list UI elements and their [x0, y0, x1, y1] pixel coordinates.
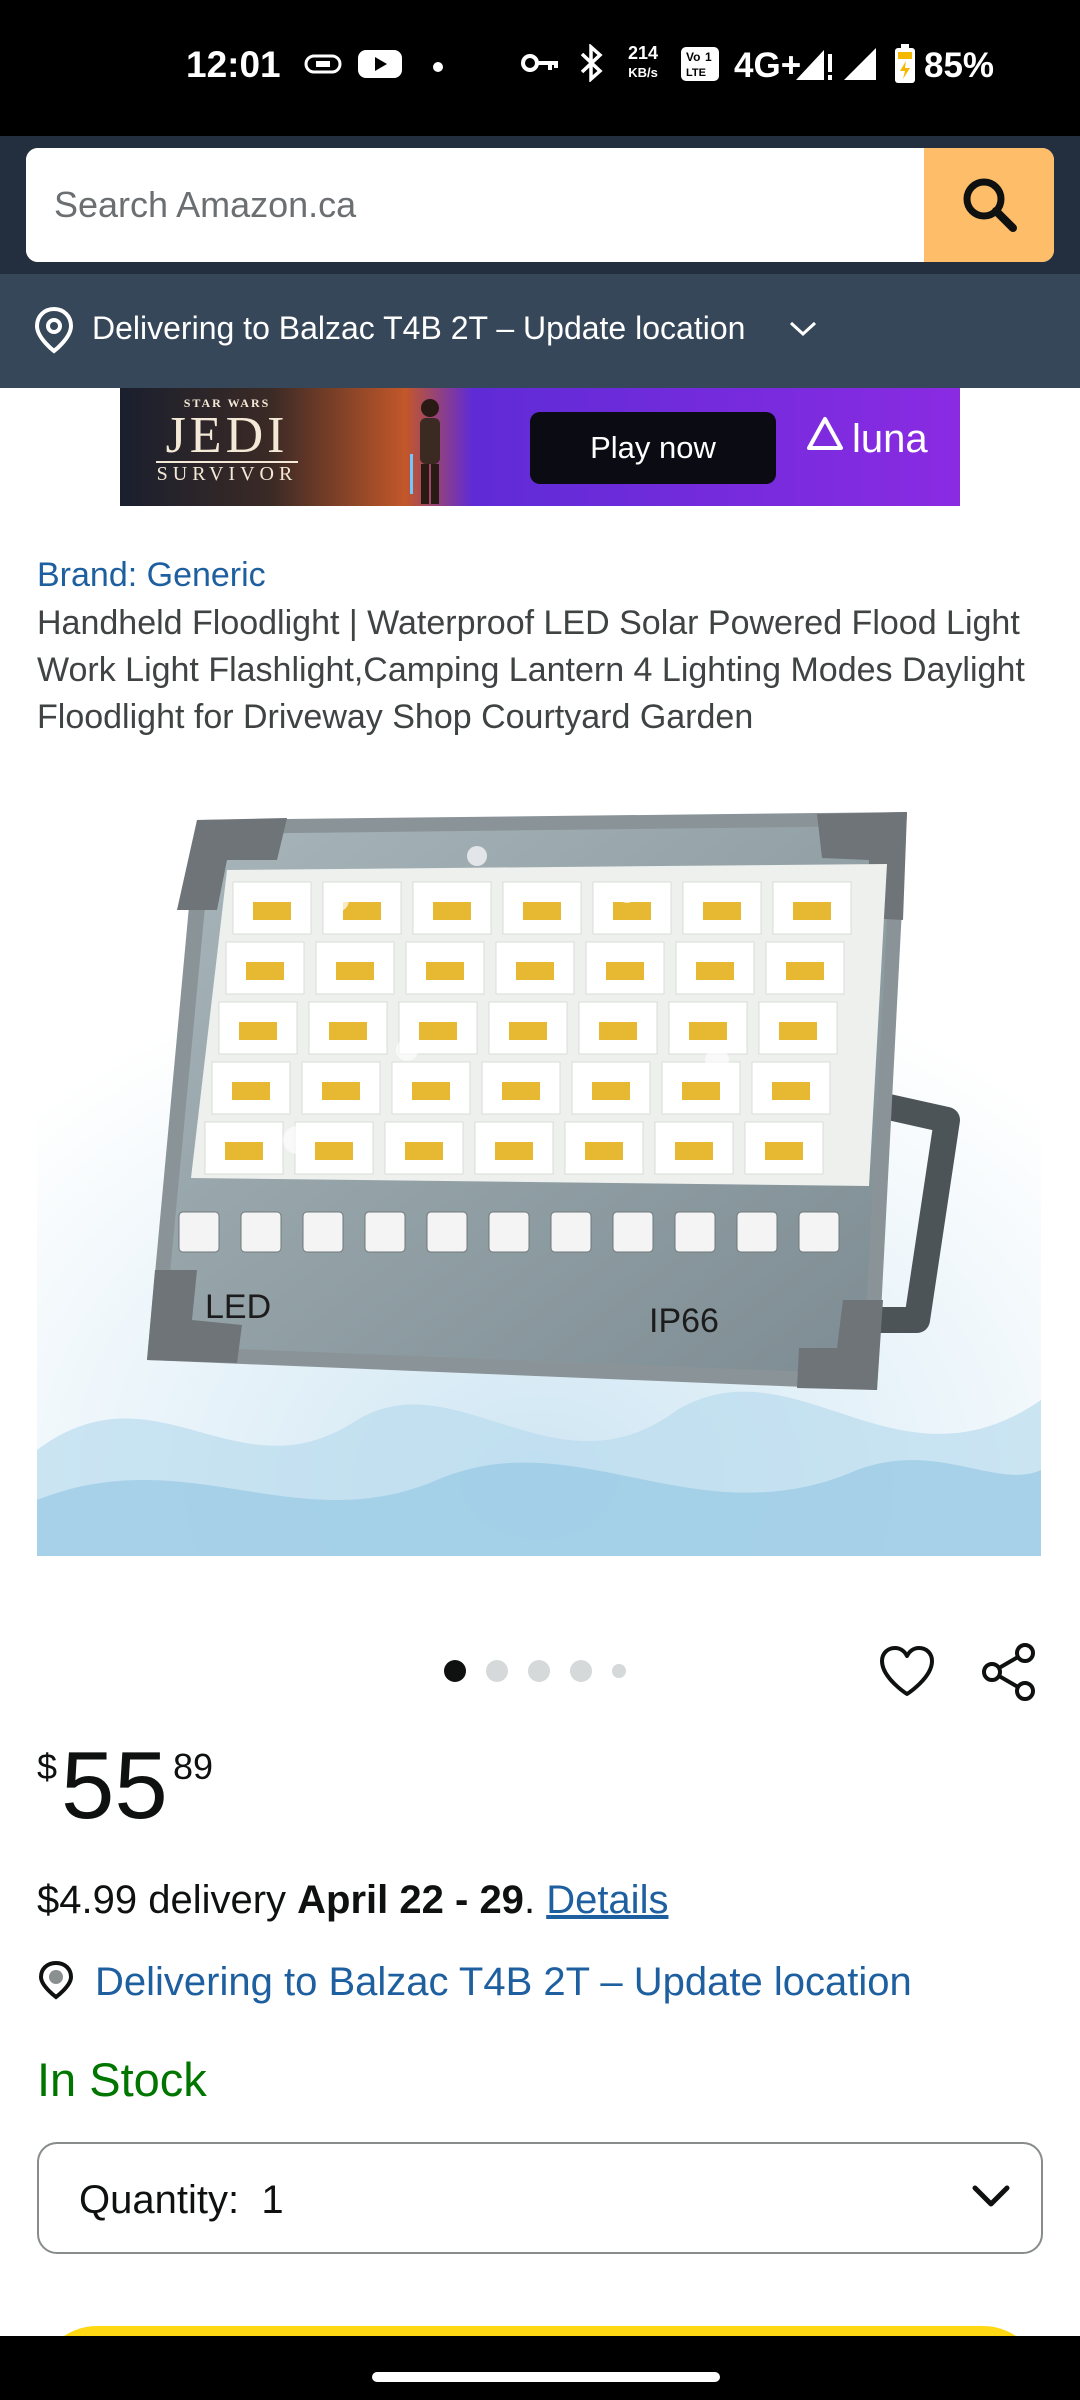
quantity-select[interactable]: Quantity: 1: [37, 2142, 1043, 2254]
share-icon[interactable]: [980, 1642, 1038, 1707]
image-carousel-dots: [444, 1660, 626, 1682]
system-nav-bar: [0, 2336, 1080, 2400]
bluetooth-icon: [576, 43, 606, 87]
signal-icon: [842, 46, 878, 87]
luna-icon: [806, 416, 844, 462]
carousel-dot-1[interactable]: [444, 1660, 466, 1682]
search-box: [26, 148, 1054, 262]
price-fraction: 89: [173, 1746, 214, 1787]
chevron-down-icon: [788, 320, 818, 343]
game-logo: STAR WARS JEDI SURVIVOR: [156, 396, 298, 485]
image-label-ip66: IP66: [649, 1302, 719, 1340]
home-gesture-handle[interactable]: [372, 2372, 720, 2382]
carousel-dot-2[interactable]: [486, 1660, 508, 1682]
location-pin-icon: [37, 1960, 75, 2005]
carousel-dot-4[interactable]: [570, 1660, 592, 1682]
status-bar: 12:01 214 KB/s Vo 1 LTE 4G+ 85%: [0, 0, 1080, 136]
search-input[interactable]: [26, 148, 924, 262]
svg-text:LTE: LTE: [686, 67, 706, 79]
status-time: 12:01: [186, 44, 281, 85]
stock-status: In Stock: [37, 2053, 207, 2106]
price-currency: $: [37, 1746, 58, 1787]
delivery-location-bar[interactable]: Delivering to Balzac T4B 2T – Update loc…: [0, 274, 1080, 388]
network-speed: 214 KB/s: [628, 43, 659, 81]
search-icon: [959, 174, 1019, 237]
svg-text:Vo: Vo: [686, 50, 700, 64]
battery-percent: 85%: [924, 46, 995, 85]
delivery-cost: $4.99 delivery: [37, 1878, 287, 1922]
quantity-label: Quantity: 1: [79, 2178, 284, 2222]
product-title: Handheld Floodlight | Waterproof LED Sol…: [37, 604, 1025, 736]
play-now-button[interactable]: Play now: [530, 412, 776, 484]
key-icon: [520, 48, 560, 83]
product-image[interactable]: LED IP66: [37, 800, 1041, 1556]
delivery-details-link[interactable]: Details: [546, 1878, 668, 1922]
game-character-image: [410, 394, 450, 504]
carousel-dot-3[interactable]: [528, 1660, 550, 1682]
search-button[interactable]: [924, 148, 1054, 262]
signal-alert-icon: [794, 46, 836, 87]
delivery-dates: April 22 - 29: [297, 1878, 524, 1922]
carousel-dot-5[interactable]: [612, 1664, 626, 1678]
youtube-icon: [358, 48, 402, 85]
vpn-icon: [304, 48, 342, 83]
chevron-down-icon: [971, 2184, 1011, 2215]
search-header: [0, 136, 1080, 274]
delivery-location-text: Delivering to Balzac T4B 2T – Update loc…: [92, 310, 746, 346]
location-pin-icon: [34, 306, 74, 359]
ad-banner[interactable]: STAR WARS JEDI SURVIVOR Play now luna: [120, 388, 960, 506]
delivery-location-link-text: Delivering to Balzac T4B 2T – Update loc…: [95, 1960, 912, 2004]
network-type: 4G+: [734, 46, 802, 85]
delivery-info: $4.99 delivery April 22 - 29. Details: [37, 1878, 669, 1922]
image-label-led: LED: [205, 1288, 271, 1326]
wishlist-heart-icon[interactable]: [878, 1644, 936, 1703]
luna-logo: luna: [806, 416, 928, 462]
price-whole: 55: [61, 1732, 168, 1839]
volte-icon: Vo 1 LTE: [680, 46, 720, 87]
svg-text:1: 1: [705, 50, 712, 64]
battery-icon: [894, 44, 916, 89]
quantity-value: 1: [261, 2178, 284, 2222]
brand-link[interactable]: Brand: Generic: [37, 556, 266, 595]
notification-dot-icon: [432, 60, 444, 78]
delivery-location-link[interactable]: Delivering to Balzac T4B 2T – Update loc…: [37, 1960, 912, 2005]
